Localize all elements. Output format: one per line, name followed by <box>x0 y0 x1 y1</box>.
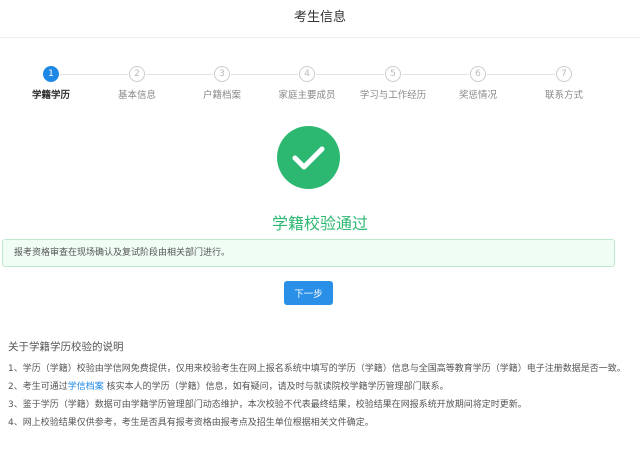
step-4: 4 家庭主要成员 <box>262 66 352 101</box>
note-text: 核实本人的学历（学籍）信息，如有疑问，请及时与就读院校学籍学历管理部门联系。 <box>103 382 449 392</box>
step-label: 基本信息 <box>117 90 156 101</box>
step-number: 4 <box>299 66 315 82</box>
step-number: 1 <box>43 66 59 82</box>
step-2: 2 基本信息 <box>92 66 182 101</box>
step-3: 3 户籍档案 <box>177 66 267 101</box>
step-number: 2 <box>129 66 145 82</box>
step-6: 6 奖惩情况 <box>433 66 523 101</box>
result-title: 学籍校验通过 <box>271 214 368 233</box>
notes-title: 关于学籍学历校验的说明 <box>8 341 124 353</box>
success-check-icon <box>277 126 340 189</box>
step-number: 7 <box>556 66 572 82</box>
page-title: 考生信息 <box>293 10 346 25</box>
step-7: 7 联系方式 <box>519 66 609 101</box>
step-1: 1 学籍学历 <box>6 66 96 101</box>
info-alert: 报考资格审查在现场确认及复试阶段由相关部门进行。 <box>2 239 615 267</box>
step-label: 联系方式 <box>544 90 583 101</box>
page-header: 考生信息 <box>0 0 640 38</box>
note-item: 1、学历（学籍）校验由学信网免费提供，仅用来校验考生在网上报名系统中填写的学历（… <box>8 364 626 374</box>
step-number: 6 <box>470 66 486 82</box>
step-label: 户籍档案 <box>202 90 241 101</box>
step-label: 学籍学历 <box>31 90 70 101</box>
step-label: 奖惩情况 <box>458 90 497 101</box>
note-item: 3、鉴于学历（学籍）数据可由学籍学历管理部门动态维护，本次校验不代表最终结果，校… <box>8 400 527 410</box>
note-item: 4、网上校验结果仅供参考，考生是否具有报考资格由报考点及招生单位根据相关文件确定… <box>8 418 374 428</box>
step-number: 3 <box>214 66 230 82</box>
notes-section: 关于学籍学历校验的说明 1、学历（学籍）校验由学信网免费提供，仅用来校验考生在网… <box>8 339 628 432</box>
next-step-button[interactable]: 下一步 <box>284 281 333 305</box>
chsi-archive-link[interactable]: 学信档案 <box>68 382 104 392</box>
note-item: 2、考生可通过学信档案 核实本人的学历（学籍）信息，如有疑问，请及时与就读院校学… <box>8 378 628 396</box>
progress-steps: 1 学籍学历 2 基本信息 3 户籍档案 4 家庭主要成员 5 学习与工作经历 6 奖惩情况… <box>0 66 640 106</box>
step-number: 5 <box>385 66 401 82</box>
step-label: 家庭主要成员 <box>278 90 336 101</box>
step-label: 学习与工作经历 <box>359 90 427 101</box>
note-text: 2、考生可通过 <box>8 382 68 392</box>
step-5: 5 学习与工作经历 <box>348 66 438 101</box>
